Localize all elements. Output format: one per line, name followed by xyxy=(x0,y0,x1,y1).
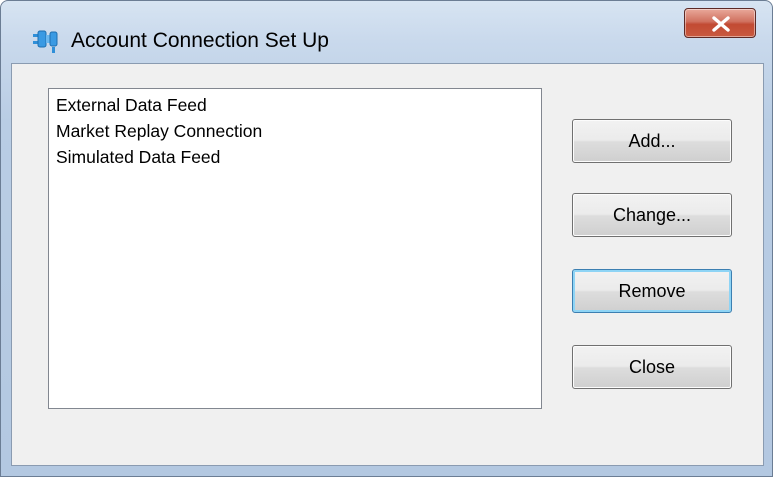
account-connection-dialog: Account Connection Set Up External Data … xyxy=(0,0,773,477)
close-icon xyxy=(712,16,730,32)
window-close-button[interactable] xyxy=(684,8,756,38)
plug-connection-icon xyxy=(33,30,58,53)
title-bar[interactable]: Account Connection Set Up xyxy=(1,1,772,63)
list-item[interactable]: Market Replay Connection xyxy=(56,118,541,144)
window-title: Account Connection Set Up xyxy=(71,29,329,52)
change-button[interactable]: Change... xyxy=(572,193,732,237)
connections-listbox[interactable]: External Data Feed Market Replay Connect… xyxy=(48,88,542,409)
add-button[interactable]: Add... xyxy=(572,119,732,163)
list-item[interactable]: External Data Feed xyxy=(56,92,541,118)
close-button[interactable]: Close xyxy=(572,345,732,389)
remove-button[interactable]: Remove xyxy=(572,269,732,313)
dialog-client-area: External Data Feed Market Replay Connect… xyxy=(11,63,764,466)
list-item[interactable]: Simulated Data Feed xyxy=(56,144,541,170)
